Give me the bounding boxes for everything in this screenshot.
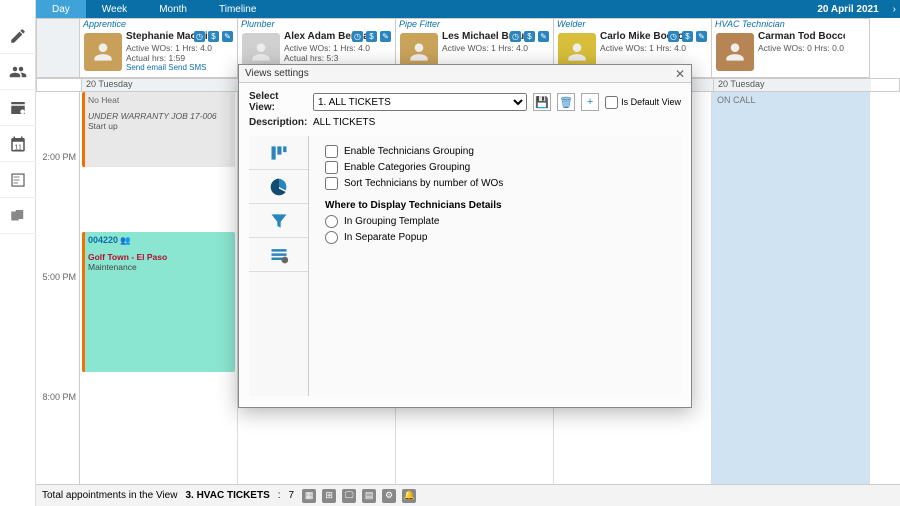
technician-send-links[interactable]: Send email Send SMS	[126, 63, 207, 72]
on-call-label: ON CALL	[714, 92, 759, 108]
enable-cat-grouping-checkbox[interactable]	[325, 161, 338, 174]
opt-label: Enable Categories Grouping	[344, 162, 470, 173]
is-default-view-checkbox[interactable]	[605, 96, 618, 109]
technician-hours: Actual hrs: 1:59	[126, 53, 185, 63]
schedule-column[interactable]: No Heat UNDER WARRANTY JOB 17-006 Start …	[80, 92, 238, 484]
opt-label: Sort Technicians by number of WOs	[344, 178, 503, 189]
technician-badges: ◷$✎	[668, 31, 707, 42]
select-view-label: Select View:	[249, 91, 307, 113]
footer-view-name: 3. HVAC TICKETS	[185, 490, 269, 501]
close-icon[interactable]: ✕	[675, 67, 685, 81]
tab-week[interactable]: Week	[86, 0, 143, 18]
footer-tool-icon[interactable]: ⊞	[322, 489, 336, 503]
tab-columns-icon[interactable]	[249, 136, 308, 170]
technician-role: Welder	[557, 19, 585, 29]
day-header: 20 Tuesday	[81, 79, 239, 91]
footer-tool-icon[interactable]: 🖵	[342, 489, 356, 503]
avatar	[716, 33, 754, 71]
add-view-icon[interactable]: +	[581, 93, 599, 111]
appointment-type: Maintenance	[88, 262, 232, 272]
technician-name: Carman Tod Boccolini	[758, 31, 845, 42]
technician-badges: ◷$✎	[194, 31, 233, 42]
rail-calendar-icon[interactable]: 11	[0, 126, 36, 162]
display-section-header: Where to Display Technicians Details	[325, 200, 665, 211]
tab-filter-icon[interactable]	[249, 204, 308, 238]
tab-pie-icon[interactable]	[249, 170, 308, 204]
technician-stats: Active WOs: 1 Hrs: 4.0	[126, 43, 212, 53]
technician-role: Pipe Fitter	[399, 19, 440, 29]
dialog-title: Views settings	[245, 68, 309, 79]
technician-stats: Active WOs: 0 Hrs: 0.0	[758, 43, 844, 53]
technician-stats: Active WOs: 1 Hrs: 4.0	[284, 43, 370, 53]
technician-card[interactable]: HVAC Technician Carman Tod Boccolini Act…	[712, 18, 870, 78]
technician-badges: ◷$✎	[352, 31, 391, 42]
avatar	[84, 33, 122, 71]
technician-role: Apprentice	[83, 19, 126, 29]
technician-stats: Active WOs: 1 Hrs: 4.0	[600, 43, 686, 53]
appointment-number: 004220	[88, 235, 118, 245]
time-axis: 2:00 PM 5:00 PM 8:00 PM	[36, 92, 80, 484]
rail-cards-icon[interactable]	[0, 198, 36, 234]
tab-month[interactable]: Month	[143, 0, 203, 18]
technician-stats: Active WOs: 1 Hrs: 4.0	[442, 43, 528, 53]
footer-tool-icon[interactable]: ▦	[302, 489, 316, 503]
technician-badges: ◷$✎	[510, 31, 549, 42]
time-label: 8:00 PM	[36, 392, 80, 402]
is-default-view-label: Is Default View	[621, 97, 681, 107]
date-next-icon[interactable]: ›	[889, 4, 900, 15]
view-mode-bar: Day Week Month Timeline 20 April 2021 ›	[36, 0, 900, 18]
technician-hours: Actual hrs: 5:3	[284, 53, 338, 63]
footer-count: 7	[289, 490, 295, 501]
dialog-titlebar: Views settings ✕	[239, 65, 691, 83]
rail-edit-icon[interactable]	[0, 18, 36, 54]
select-view-dropdown[interactable]: 1. ALL TICKETS	[313, 93, 527, 111]
display-popup-radio[interactable]	[325, 231, 338, 244]
appointment-task: Start up	[88, 121, 232, 131]
opt-label: Enable Technicians Grouping	[344, 146, 474, 157]
tab-settings-icon[interactable]	[249, 238, 308, 272]
current-date: 20 April 2021	[817, 4, 888, 15]
rail-people-icon[interactable]	[0, 54, 36, 90]
time-label: 5:00 PM	[36, 272, 80, 282]
opt-label: In Grouping Template	[344, 216, 439, 227]
schedule-column[interactable]: ON CALL	[712, 92, 870, 484]
appointment-card[interactable]: 004220 👥 Golf Town - El Paso Maintenance	[82, 232, 235, 372]
appointment-issue: No Heat	[88, 95, 232, 105]
left-rail: 11	[0, 0, 36, 506]
dialog-side-tabs	[249, 136, 309, 396]
display-template-radio[interactable]	[325, 215, 338, 228]
tab-day[interactable]: Day	[36, 0, 86, 18]
day-header: 20 Tuesday	[713, 79, 871, 91]
footer-tool-icon[interactable]: ⚙	[382, 489, 396, 503]
appointment-customer: Golf Town - El Paso	[88, 252, 232, 262]
technician-role: HVAC Technician	[715, 19, 785, 29]
enable-tech-grouping-checkbox[interactable]	[325, 145, 338, 158]
technician-role: Plumber	[241, 19, 275, 29]
appointment-note: UNDER WARRANTY JOB 17-006	[88, 111, 232, 121]
technician-card[interactable]: Apprentice Stephanie Macmillan Active WO…	[80, 18, 238, 78]
delete-view-icon[interactable]: 🗑	[557, 93, 575, 111]
bell-icon[interactable]: 🔔	[402, 489, 416, 503]
tab-timeline[interactable]: Timeline	[203, 0, 272, 18]
views-settings-dialog: Views settings ✕ Select View: 1. ALL TIC…	[238, 64, 692, 408]
time-label: 2:00 PM	[36, 152, 80, 162]
save-view-icon[interactable]: 💾	[533, 93, 551, 111]
appointment-card[interactable]: No Heat UNDER WARRANTY JOB 17-006 Start …	[82, 92, 235, 167]
dialog-content-pane: Enable Technicians Grouping Enable Categ…	[309, 136, 681, 396]
svg-text:11: 11	[14, 142, 22, 151]
description-value: ALL TICKETS	[313, 117, 375, 128]
footer-tools: ▦ ⊞ 🖵 ▤ ⚙ 🔔	[302, 489, 416, 503]
footer-total-label: Total appointments in the View	[42, 490, 177, 501]
sort-by-wo-checkbox[interactable]	[325, 177, 338, 190]
footer-tool-icon[interactable]: ▤	[362, 489, 376, 503]
opt-label: In Separate Popup	[344, 232, 427, 243]
description-label: Description:	[249, 117, 307, 128]
rail-report-icon[interactable]	[0, 162, 36, 198]
rail-sched-gear-icon[interactable]	[0, 90, 36, 126]
status-bar: Total appointments in the View 3. HVAC T…	[36, 484, 900, 506]
